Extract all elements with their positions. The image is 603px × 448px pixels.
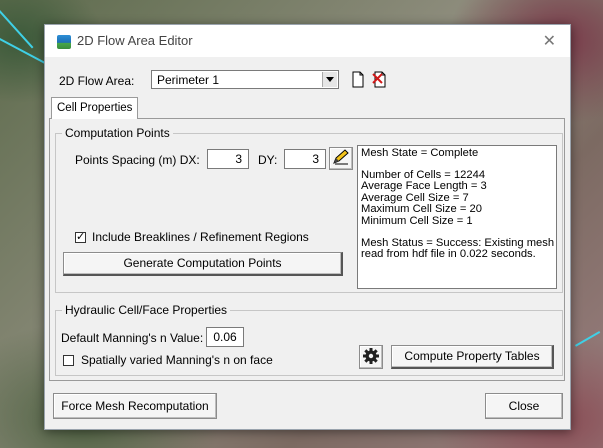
app-icon (57, 35, 71, 49)
new-document-icon (352, 71, 364, 88)
points-spacing-label: Points Spacing (m) DX: (75, 153, 200, 167)
window-title: 2D Flow Area Editor (77, 33, 193, 48)
force-mesh-recomputation-button[interactable]: Force Mesh Recomputation (53, 393, 217, 419)
dy-input[interactable]: 3 (284, 149, 326, 169)
chevron-down-icon[interactable] (322, 72, 337, 87)
title-bar[interactable]: 2D Flow Area Editor ✕ (45, 25, 570, 57)
spatially-varied-label: Spatially varied Manning's n on face (81, 353, 273, 367)
group-title: Computation Points (62, 126, 173, 140)
new-area-button[interactable] (347, 69, 369, 90)
generate-points-button[interactable]: Generate Computation Points (63, 252, 343, 276)
include-breaklines-checkbox[interactable]: ✓ (75, 232, 86, 243)
tab-cell-properties[interactable]: Cell Properties (51, 97, 139, 119)
close-button[interactable]: Close (485, 393, 563, 419)
dx-input[interactable]: 3 (207, 149, 249, 169)
mesh-info-box: Mesh State = Complete Number of Cells = … (357, 145, 557, 289)
flow-area-label: 2D Flow Area: (59, 74, 135, 88)
flow-area-editor-dialog: 2D Flow Area Editor ✕ 2D Flow Area: Peri… (44, 24, 571, 430)
delete-document-icon (372, 71, 386, 88)
close-icon[interactable]: ✕ (543, 31, 556, 51)
mesh-info-line: Mesh State = Complete (361, 147, 479, 159)
include-breaklines-label: Include Breaklines / Refinement Regions (92, 230, 309, 244)
pencil-icon (333, 149, 349, 165)
gear-icon (363, 348, 379, 364)
settings-button[interactable] (359, 345, 383, 369)
mannings-input[interactable]: 0.06 (206, 327, 244, 347)
compute-property-tables-button[interactable]: Compute Property Tables (391, 345, 554, 369)
mannings-label: Default Manning's n Value: (61, 331, 204, 345)
mesh-info-line: Minimum Cell Size = 1 (361, 214, 473, 227)
check-icon: ✓ (76, 231, 86, 243)
spatially-varied-checkbox[interactable] (63, 355, 74, 366)
flow-area-select[interactable]: Perimeter 1 (151, 70, 339, 89)
dy-label: DY: (258, 153, 278, 167)
flow-area-selected: Perimeter 1 (157, 73, 220, 87)
delete-area-button[interactable] (369, 69, 391, 90)
pencil-button[interactable] (329, 147, 353, 170)
mesh-info-line: read from hdf file in 0.022 seconds. (361, 248, 536, 261)
group-title: Hydraulic Cell/Face Properties (62, 303, 231, 317)
